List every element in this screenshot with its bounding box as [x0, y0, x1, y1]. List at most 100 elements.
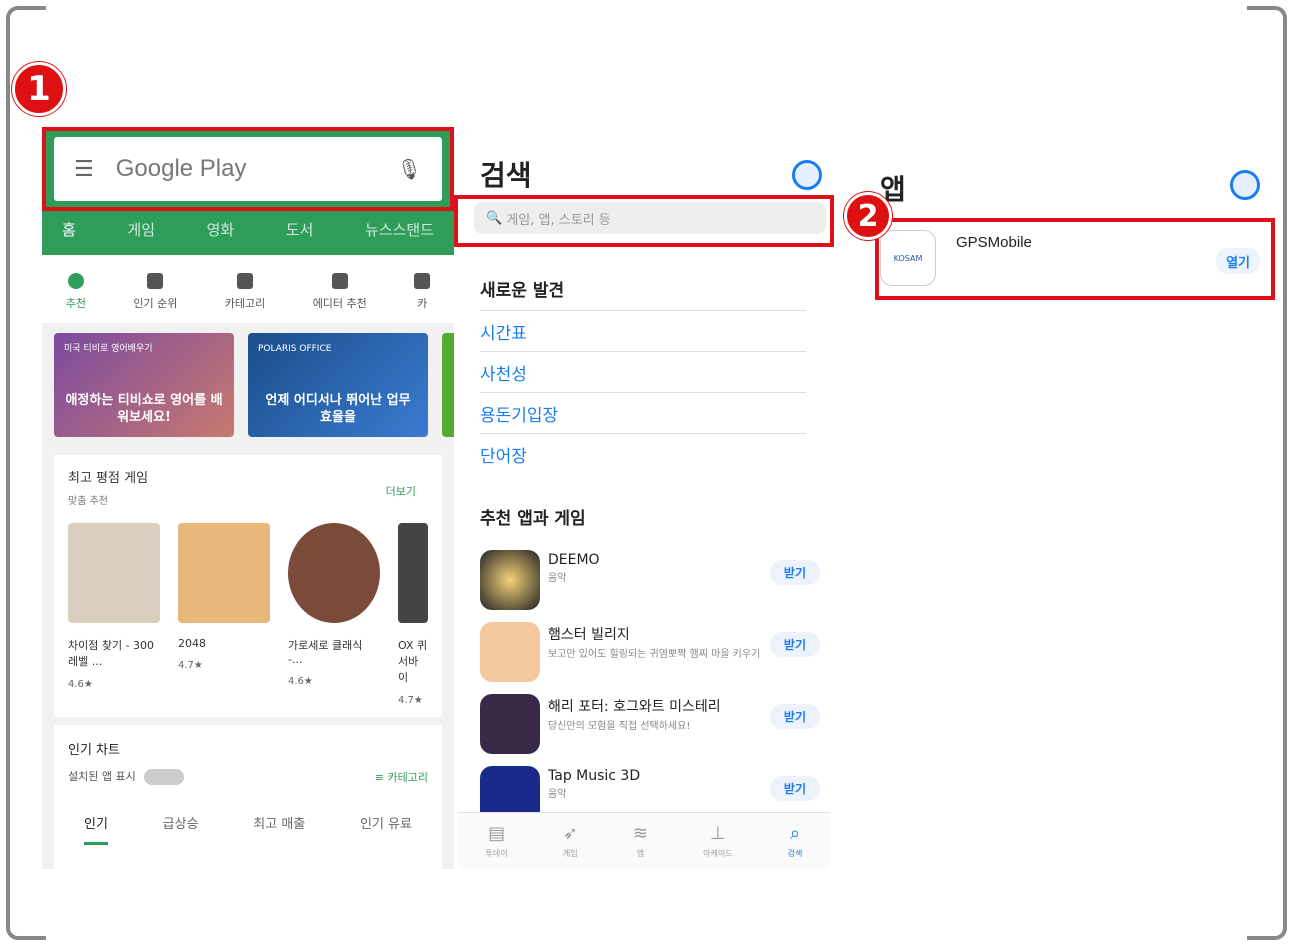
- compass-icon: [67, 273, 84, 289]
- account-icon[interactable]: [1230, 170, 1260, 200]
- game-name: OX 퀴 서바이: [398, 639, 428, 684]
- app-name: 해리 포터: 호그와트 미스테리: [548, 699, 721, 715]
- installed-toggle[interactable]: [143, 769, 184, 785]
- app-icon: [480, 694, 540, 754]
- app-icon: [480, 550, 540, 610]
- game-rating: 4.6★: [288, 676, 313, 687]
- app-list-item[interactable]: 햄스터 빌리지 보고만 있어도 힐링되는 귀염뽀짝 햄찌 마을 키우기 받기: [480, 622, 820, 688]
- get-button[interactable]: 받기: [769, 560, 820, 585]
- gp-tab[interactable]: 도서: [286, 219, 314, 240]
- game-thumbnail: [398, 523, 428, 623]
- get-button[interactable]: 받기: [769, 632, 820, 657]
- frame-side: [1283, 40, 1287, 906]
- banner-text: 애정하는 티비쇼로 영어를 배워보세요!: [65, 392, 223, 426]
- top-charts-card: 인기 차트 설치된 앱 표시 ≡ 카테고리 인기 급상승 최고 매출 인기 유료: [54, 725, 442, 869]
- banner-text: 언제 어디서나 뛰어난 업무 효율을: [265, 392, 411, 426]
- rocket-icon: ➶: [562, 822, 578, 844]
- installed-label: 설치된 앱 표시: [68, 770, 136, 783]
- section-subtitle: 맞춤 추천: [68, 496, 108, 507]
- tab-search[interactable]: ⌕ 검색: [788, 823, 803, 859]
- game-name: 차이점 찾기 - 300 레벨 ...: [68, 639, 155, 668]
- gp-cat-more[interactable]: 카: [414, 273, 431, 311]
- google-play-screen: ☰ Google Play 🎙 홈 게임 영화 도서 뉴스스탠드 추천 인기 순…: [42, 127, 454, 869]
- badge-icon: [331, 273, 348, 289]
- tab-arcade[interactable]: ⊥ 아케이드: [703, 823, 732, 859]
- frame-side: [6, 40, 10, 906]
- chart-tabs: 인기 급상승 최고 매출 인기 유료: [68, 813, 428, 845]
- chart-tab[interactable]: 급상승: [163, 813, 199, 845]
- app-store-search-screen: 검색 🔍 게임, 앱, 스토리 등 새로운 발견 시간표 사천성 용돈기입장 단…: [458, 140, 830, 868]
- promo-banner[interactable]: 미국 티비로 영어배우기 애정하는 티비쇼로 영어를 배워보세요!: [54, 333, 234, 437]
- gp-tab[interactable]: 게임: [127, 219, 155, 240]
- gp-banners: 미국 티비로 영어배우기 애정하는 티비쇼로 영어를 배워보세요! POLARIS…: [42, 323, 454, 447]
- search-icon: ⌕: [789, 822, 801, 844]
- gp-cat-label: 카테고리: [224, 297, 266, 310]
- gp-tab[interactable]: 홈: [62, 219, 76, 240]
- banner-tag: POLARIS OFFICE: [258, 344, 332, 354]
- category-filter-link[interactable]: ≡ 카테고리: [375, 769, 428, 785]
- app-list-item[interactable]: DEEMO 음악 받기: [480, 550, 820, 616]
- game-card[interactable]: 2048 4.7★: [178, 523, 270, 706]
- gp-cat-category[interactable]: 카테고리: [225, 273, 265, 311]
- frame-corner: [6, 6, 46, 46]
- game-card[interactable]: 가로세로 클래식 -... 4.6★: [288, 523, 380, 706]
- family-icon: [414, 273, 431, 289]
- section-title: 최고 평점 게임: [68, 471, 149, 486]
- chart-tab[interactable]: 인기 유료: [360, 813, 412, 845]
- game-rating: 4.7★: [398, 695, 423, 706]
- app-desc: 음악: [548, 573, 567, 584]
- tab-label: 아케이드: [703, 848, 733, 858]
- account-icon[interactable]: [792, 160, 822, 190]
- tab-label: 게임: [562, 848, 578, 858]
- gp-cat-label: 카: [417, 297, 428, 310]
- tab-games[interactable]: ➶ 게임: [563, 823, 578, 859]
- game-rating: 4.7★: [178, 660, 203, 671]
- game-thumbnail: [288, 523, 380, 623]
- app-desc: 음악: [548, 789, 567, 800]
- promo-banner[interactable]: POLARIS OFFICE 언제 어디서나 뛰어난 업무 효율을: [248, 333, 428, 437]
- frame-corner: [1247, 900, 1287, 940]
- chart-tab[interactable]: 인기: [84, 813, 108, 845]
- app-name: DEEMO: [548, 552, 600, 568]
- chart-tab[interactable]: 최고 매출: [253, 813, 305, 845]
- get-button[interactable]: 받기: [769, 776, 820, 801]
- more-link[interactable]: 더보기: [386, 483, 416, 499]
- highlight-gp-search: [42, 127, 454, 211]
- app-icon: [480, 622, 540, 682]
- shapes-icon: [237, 273, 254, 289]
- get-button[interactable]: 받기: [769, 704, 820, 729]
- game-rating: 4.6★: [68, 679, 93, 690]
- frame-corner: [6, 900, 46, 940]
- gp-cat-label: 에디터 추천: [312, 297, 367, 310]
- suggested-title: 추천 앱과 게임: [480, 509, 586, 529]
- tab-label: 앱: [636, 848, 645, 858]
- highlight-app-result: [875, 218, 1275, 300]
- tab-today[interactable]: ▤ 투데이: [486, 823, 508, 859]
- game-card[interactable]: 차이점 찾기 - 300 레벨 ... 4.6★: [68, 523, 160, 706]
- tab-bar: ▤ 투데이 ➶ 게임 ≋ 앱 ⊥ 아케이드 ⌕ 검색: [458, 812, 830, 868]
- highlight-as-search: [454, 195, 834, 247]
- game-thumbnail: [68, 523, 160, 623]
- discover-title: 새로운 발견: [480, 281, 565, 301]
- discover-item[interactable]: 시간표: [480, 310, 806, 350]
- gp-categories: 추천 인기 순위 카테고리 에디터 추천 카: [42, 255, 454, 323]
- chart-icon: [147, 273, 164, 289]
- tab-apps[interactable]: ≋ 앱: [633, 823, 648, 859]
- category-link-label: 카테고리: [387, 770, 428, 784]
- layers-icon: ≋: [632, 822, 649, 844]
- gp-cat-editor[interactable]: 에디터 추천: [313, 273, 367, 311]
- gp-cat-label: 인기 순위: [133, 297, 178, 310]
- charts-options: 설치된 앱 표시 ≡ 카테고리: [68, 768, 428, 785]
- promo-banner[interactable]: [442, 333, 454, 437]
- gp-tab[interactable]: 뉴스스탠드: [365, 219, 434, 240]
- gp-tabs: 홈 게임 영화 도서 뉴스스탠드: [54, 219, 442, 240]
- gp-cat-ranking[interactable]: 인기 순위: [133, 273, 177, 311]
- discover-item[interactable]: 용돈기입장: [480, 392, 806, 432]
- app-list-item[interactable]: 해리 포터: 호그와트 미스테리 당신만의 모험을 직접 선택하세요! 받기: [480, 694, 820, 760]
- discover-item[interactable]: 사천성: [480, 351, 806, 391]
- game-card[interactable]: OX 퀴 서바이 4.7★: [398, 523, 428, 706]
- tab-label: 검색: [787, 848, 803, 858]
- discover-item[interactable]: 단어장: [480, 433, 806, 473]
- gp-tab[interactable]: 영화: [207, 219, 235, 240]
- gp-cat-recommend[interactable]: 추천: [66, 273, 86, 311]
